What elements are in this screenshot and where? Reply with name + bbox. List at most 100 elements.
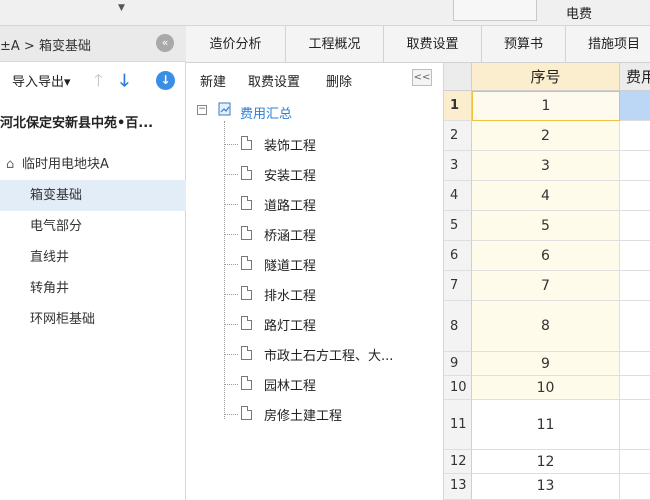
table-cell-seq[interactable]: 7: [472, 271, 620, 301]
table-cell-seq[interactable]: 13: [472, 474, 620, 500]
tree-item[interactable]: 路灯工程: [224, 314, 444, 334]
tree-item[interactable]: 道路工程: [224, 194, 444, 214]
row-number[interactable]: 4: [444, 181, 472, 211]
table-cell-fee[interactable]: [620, 271, 650, 301]
table-cell-seq[interactable]: 9: [472, 352, 620, 376]
collapse-minus-icon[interactable]: −: [197, 105, 207, 115]
left-node-item[interactable]: 转角井: [0, 273, 186, 304]
import-export-button[interactable]: 导入导出▾: [12, 71, 71, 90]
breadcrumb-bar: ±A > 箱变基础 «: [0, 26, 186, 62]
table-cell-fee[interactable]: [620, 376, 650, 400]
fee-summary-icon: [218, 102, 231, 116]
tree-item[interactable]: 房修土建工程: [224, 404, 444, 424]
table-cell-seq[interactable]: 6: [472, 241, 620, 271]
tree-item[interactable]: 排水工程: [224, 284, 444, 304]
table-cell-seq[interactable]: 2: [472, 121, 620, 151]
table-cell-seq[interactable]: 8: [472, 301, 620, 352]
grid-corner[interactable]: [444, 63, 472, 91]
table-cell-fee[interactable]: [620, 211, 650, 241]
row-number[interactable]: 12: [444, 450, 472, 474]
tree-root-label: 临时用电地块A: [22, 157, 109, 172]
tab-budget[interactable]: 预算书: [482, 26, 566, 63]
table-cell-seq[interactable]: 10: [472, 376, 620, 400]
chevron-down-icon[interactable]: ▼: [118, 3, 125, 13]
top-input-box[interactable]: [453, 0, 537, 21]
collapse-panel-button[interactable]: <<: [412, 69, 432, 86]
tree-item[interactable]: 装饰工程: [224, 134, 444, 154]
arrow-up-icon[interactable]: 🡑: [94, 68, 103, 97]
tree-item[interactable]: 桥涵工程: [224, 224, 444, 244]
double-chevron-left-icon[interactable]: «: [156, 34, 174, 52]
tree-root-node[interactable]: ⌂ 临时用电地块A: [0, 149, 186, 180]
tree-item[interactable]: 园林工程: [224, 374, 444, 394]
tree-item-label: 房修土建工程: [264, 409, 343, 424]
table-cell-fee[interactable]: [620, 400, 650, 450]
delete-button[interactable]: 删除: [326, 71, 352, 90]
tree-item[interactable]: 市政土石方工程、大...: [224, 344, 444, 364]
table-cell-fee[interactable]: [620, 352, 650, 376]
table-cell-fee[interactable]: [620, 241, 650, 271]
tab-fee-settings[interactable]: 取费设置: [384, 26, 482, 63]
table-cell-fee[interactable]: [620, 121, 650, 151]
document-icon: [241, 196, 252, 210]
fee-grid: 序号 费用 1 1 2 2 3 3 4 4 5 5 6 6 7 7 8 8 9 …: [444, 63, 650, 500]
table-cell-seq[interactable]: 12: [472, 450, 620, 474]
table-cell-seq[interactable]: 4: [472, 181, 620, 211]
document-icon: [241, 406, 252, 420]
document-icon: [241, 136, 252, 150]
project-title: 河北保定安新县中苑•百...: [0, 116, 154, 131]
document-icon: [241, 316, 252, 330]
row-number[interactable]: 8: [444, 301, 472, 352]
tree-root-fee-summary[interactable]: 费用汇总: [240, 103, 292, 122]
document-icon: [241, 376, 252, 390]
table-cell-fee[interactable]: [620, 181, 650, 211]
tree-item[interactable]: 安装工程: [224, 164, 444, 184]
left-node-item[interactable]: 箱变基础: [0, 180, 186, 211]
tab-measures[interactable]: 措施项目: [566, 26, 650, 63]
download-circle-icon[interactable]: ↓: [156, 71, 175, 90]
table-cell-seq[interactable]: 11: [472, 400, 620, 450]
tab-cost-analysis[interactable]: 造价分析: [186, 26, 286, 63]
table-cell-seq[interactable]: 5: [472, 211, 620, 241]
table-cell-seq[interactable]: 3: [472, 151, 620, 181]
column-header-seq[interactable]: 序号: [472, 63, 620, 91]
left-node-item[interactable]: 直线井: [0, 242, 186, 273]
tab-project-overview[interactable]: 工程概况: [286, 26, 384, 63]
document-icon: [241, 166, 252, 180]
row-number[interactable]: 6: [444, 241, 472, 271]
new-button[interactable]: 新建: [200, 71, 226, 90]
row-number[interactable]: 2: [444, 121, 472, 151]
left-node-item[interactable]: 电气部分: [0, 211, 186, 242]
tree-item[interactable]: 隧道工程: [224, 254, 444, 274]
table-cell-fee[interactable]: [620, 301, 650, 352]
row-number[interactable]: 7: [444, 271, 472, 301]
fee-tree-panel: 新建 取费设置 删除 << − 费用汇总 装饰工程 安装工程 道路工程 桥涵工程…: [186, 63, 444, 500]
top-bar: ▼ 电费: [0, 0, 650, 26]
row-number[interactable]: 9: [444, 352, 472, 376]
fee-settings-button[interactable]: 取费设置: [248, 71, 300, 90]
document-icon: [241, 346, 252, 360]
row-number[interactable]: 11: [444, 400, 472, 450]
table-cell-fee[interactable]: [620, 91, 650, 121]
row-number[interactable]: 1: [444, 91, 472, 121]
table-cell-fee[interactable]: [620, 450, 650, 474]
left-node-item[interactable]: 环网柜基础: [0, 304, 186, 335]
import-export-row: 导入导出▾ 🡑 🡓 ↓: [0, 62, 186, 98]
arrow-down-icon[interactable]: 🡓: [120, 68, 129, 97]
breadcrumb: ±A > 箱变基础: [0, 39, 91, 54]
table-cell-fee[interactable]: [620, 474, 650, 500]
tree-item-label: 市政土石方工程、大...: [264, 349, 394, 364]
tree-item-label: 安装工程: [264, 169, 317, 184]
table-cell-fee[interactable]: [620, 151, 650, 181]
column-header-fee[interactable]: 费用: [620, 63, 650, 91]
document-title: 电费: [566, 7, 593, 22]
row-number[interactable]: 10: [444, 376, 472, 400]
row-number[interactable]: 5: [444, 211, 472, 241]
tree-item-label: 园林工程: [264, 379, 317, 394]
tree-item-label: 路灯工程: [264, 319, 317, 334]
tree-item-label: 排水工程: [264, 289, 317, 304]
table-cell-seq[interactable]: 1: [472, 91, 620, 121]
row-number[interactable]: 3: [444, 151, 472, 181]
tab-bar: 造价分析 工程概况 取费设置 预算书 措施项目: [186, 26, 650, 63]
row-number[interactable]: 13: [444, 474, 472, 500]
